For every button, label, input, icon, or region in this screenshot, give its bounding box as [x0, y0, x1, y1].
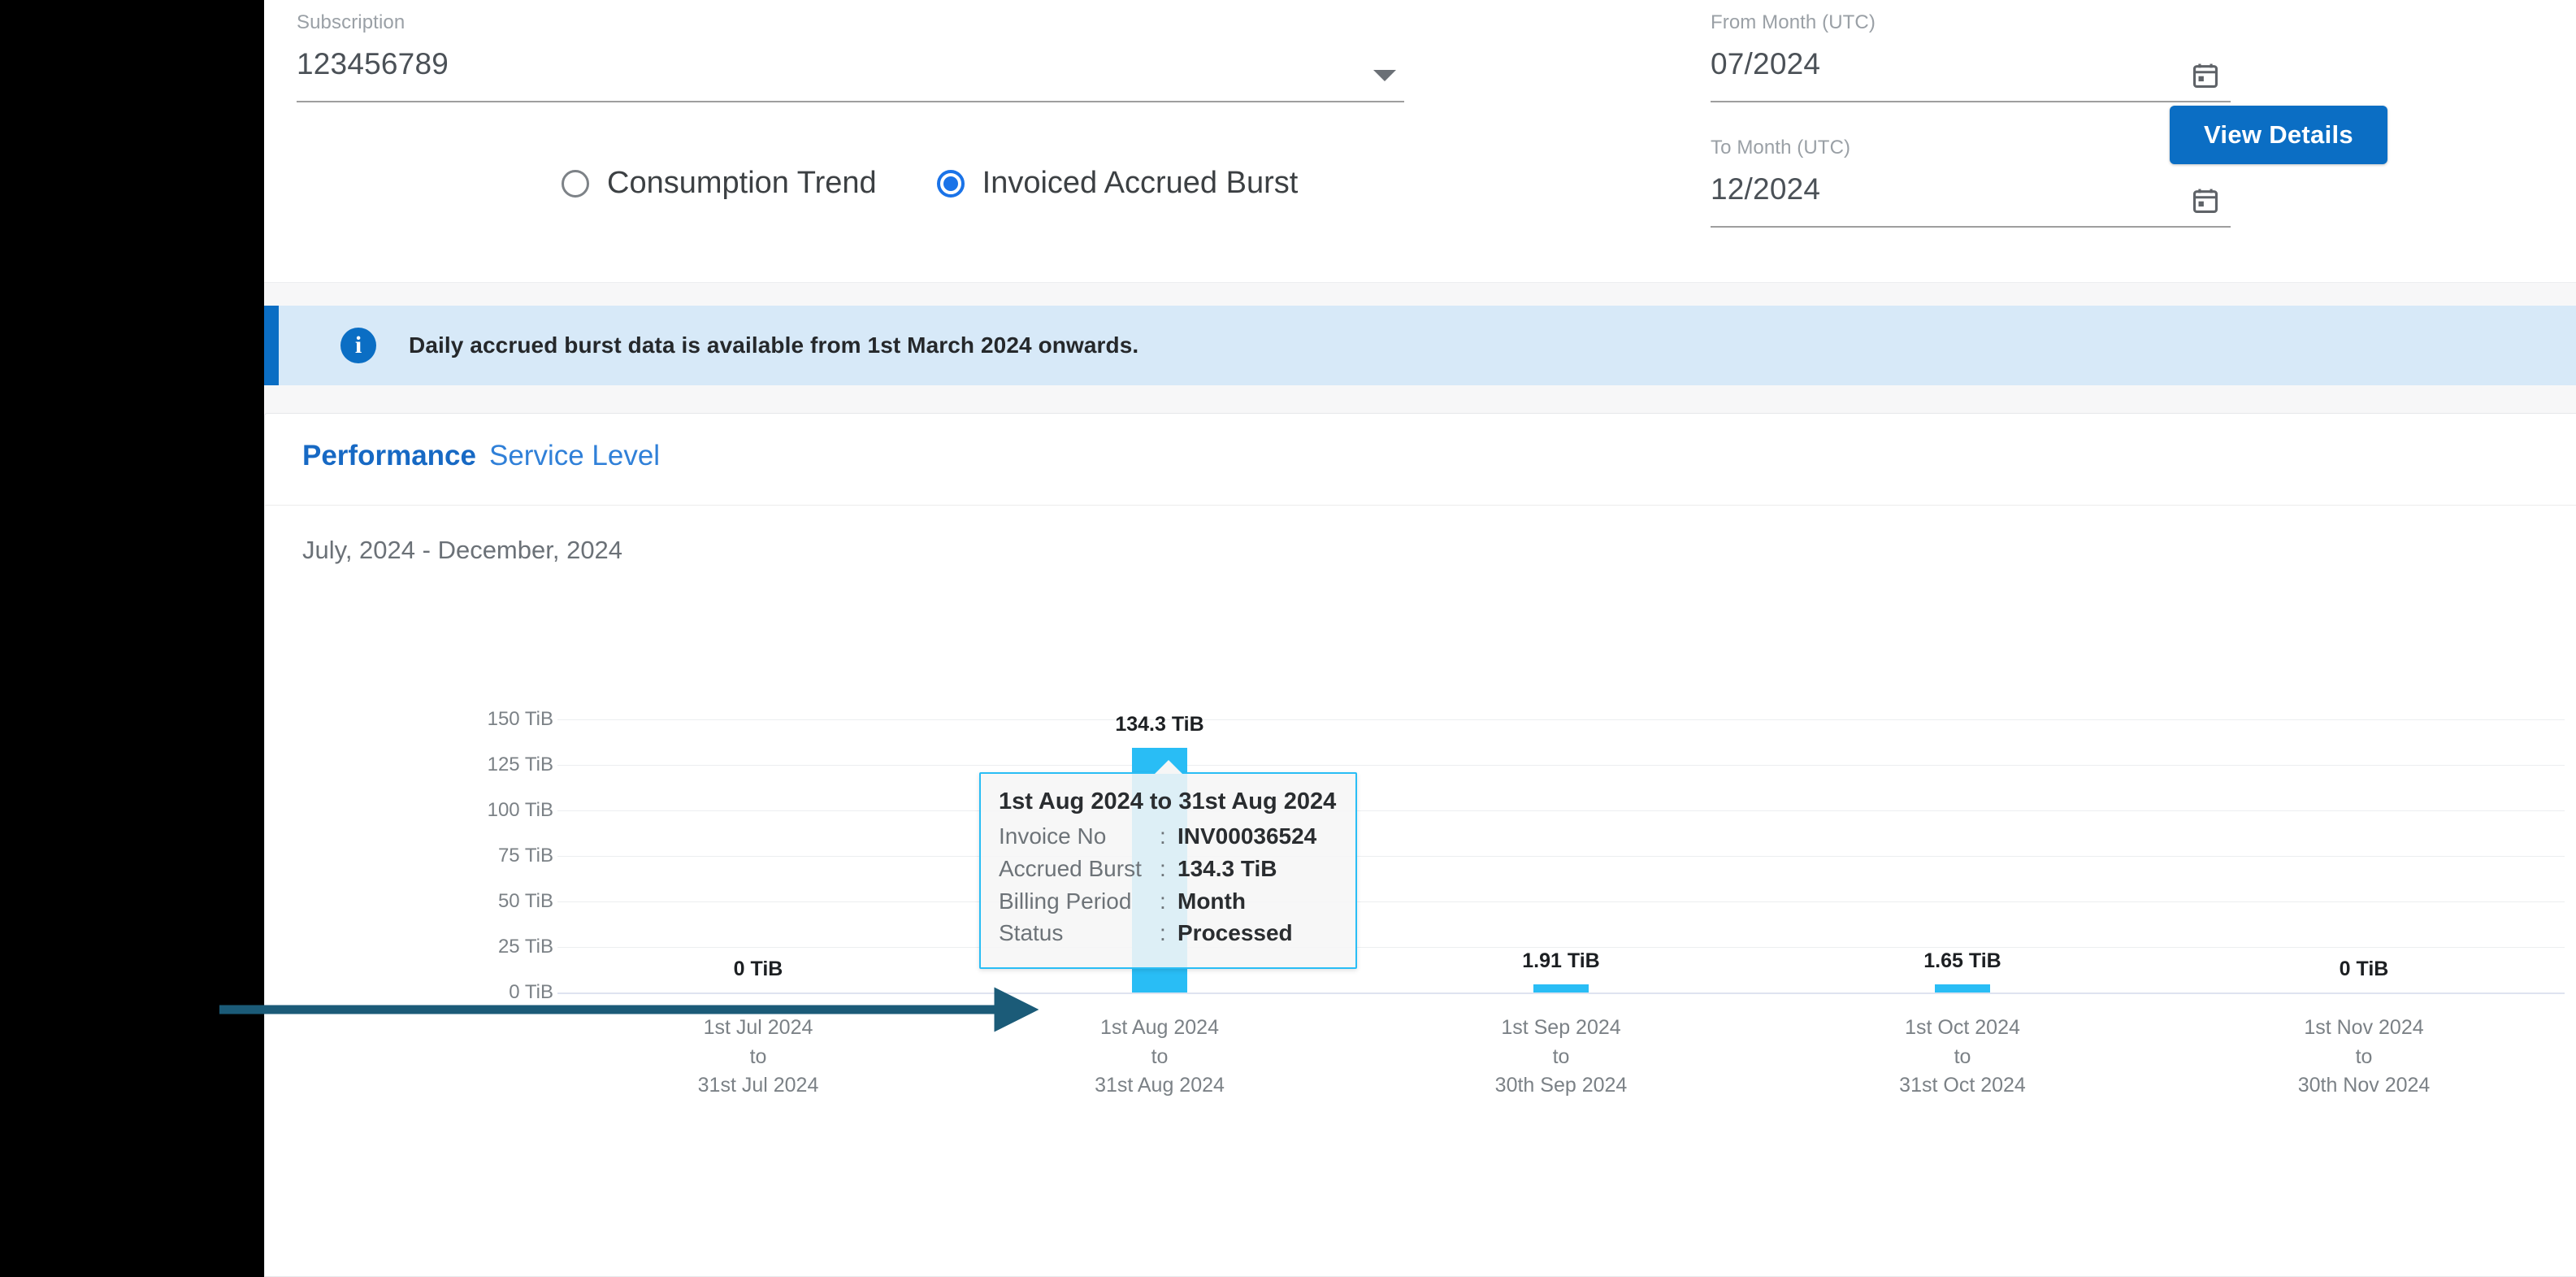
tooltip-row-key: Accrued Burst — [999, 855, 1142, 881]
banner-text: Daily accrued burst data is available fr… — [409, 332, 1139, 358]
radio-consumption-trend[interactable]: Consumption Trend — [562, 166, 877, 201]
x-axis-tick-line: 1st Jul 2024 — [703, 1016, 813, 1039]
banner-accent-bar — [264, 306, 279, 385]
view-details-button[interactable]: View Details — [2170, 106, 2387, 164]
gridline — [557, 765, 2565, 766]
filter-panel: Subscription 123456789 From Month (UTC) … — [264, 0, 2576, 283]
tooltip-row-key: Billing Period — [999, 888, 1132, 914]
tooltip-row: Invoice No: INV00036524 — [999, 820, 1336, 853]
screen-root: Subscription 123456789 From Month (UTC) … — [0, 0, 2576, 1277]
subscription-label: Subscription — [297, 11, 405, 33]
bar-value-label: 1.91 TiB — [1522, 949, 1600, 972]
subscription-value: 123456789 — [297, 47, 449, 80]
radio-consumption-trend-label: Consumption Trend — [607, 166, 877, 200]
x-axis-line — [557, 992, 2565, 994]
x-axis-tick-line: 31st Aug 2024 — [1095, 1074, 1225, 1097]
x-axis-tick-line: 31st Jul 2024 — [697, 1074, 819, 1097]
x-axis-tick-line: to — [1151, 1045, 1169, 1068]
tooltip-row-key: Status — [999, 920, 1064, 946]
from-month-input[interactable]: From Month (UTC) 07/2024 — [1711, 11, 2231, 102]
x-axis-tick-label: 1st Oct 2024 to 31st Oct 2024 — [1899, 1014, 2026, 1101]
tooltip-row-value: Month — [1177, 888, 1246, 914]
tooltip-title: 1st Aug 2024 to 31st Aug 2024 — [999, 788, 1337, 815]
chart-date-range: July, 2024 - December, 2024 — [302, 536, 623, 564]
x-axis-tick-line: 31st Oct 2024 — [1899, 1074, 2026, 1097]
y-axis-tick-label: 50 TiB — [497, 890, 553, 912]
tooltip-row-separator: : — [1160, 855, 1166, 881]
bar[interactable] — [1533, 984, 1589, 992]
tooltip-row-key: Invoice No — [999, 823, 1107, 849]
y-axis-tick-label: 25 TiB — [497, 936, 553, 958]
to-month-label: To Month (UTC) — [1711, 137, 1851, 159]
x-axis-tick-label: 1st Jul 2024 to 31st Jul 2024 — [698, 1014, 819, 1101]
tooltip-row: Status: Processed — [999, 917, 1336, 949]
tooltip-row-separator: : — [1160, 920, 1166, 946]
gridline — [557, 947, 2565, 948]
x-axis-tick-line: to — [2355, 1045, 2373, 1068]
bar-value-label: 0 TiB — [733, 958, 783, 980]
calendar-icon[interactable] — [2192, 187, 2219, 215]
radio-invoiced-accrued-burst-label: Invoiced Accrued Burst — [982, 166, 1299, 200]
x-axis-tick-label: 1st Aug 2024 to 31st Aug 2024 — [1095, 1014, 1225, 1101]
field-underline — [297, 101, 1404, 102]
gridline — [557, 719, 2565, 720]
subscription-select[interactable]: Subscription 123456789 — [297, 11, 1404, 102]
y-axis-tick-label: 100 TiB — [487, 799, 553, 821]
tooltip-row-separator: : — [1160, 823, 1166, 849]
from-month-value: 07/2024 — [1711, 47, 1821, 80]
x-axis-tick-line: 1st Nov 2024 — [2304, 1016, 2424, 1039]
radio-invoiced-accrued-burst[interactable]: Invoiced Accrued Burst — [936, 166, 1299, 201]
calendar-icon[interactable] — [2192, 62, 2219, 89]
gridline — [557, 810, 2565, 811]
bar-value-label: 134.3 TiB — [1115, 713, 1204, 736]
chart-card: Performance Service Level July, 2024 - D… — [264, 413, 2576, 1277]
view-mode-radio-group: Consumption Trend Invoiced Accrued Burst — [562, 166, 1298, 201]
tooltip-row-value: Processed — [1177, 920, 1293, 946]
card-divider — [265, 505, 2576, 506]
to-month-input[interactable]: To Month (UTC) 12/2024 — [1711, 137, 2231, 228]
bar-value-label: 1.65 TiB — [1923, 949, 2001, 972]
y-axis-tick-label: 150 TiB — [487, 708, 553, 730]
page-content: Subscription 123456789 From Month (UTC) … — [264, 0, 2576, 1277]
x-axis-tick-line: to — [749, 1045, 767, 1068]
radio-indicator-selected[interactable] — [936, 169, 965, 198]
y-axis-tick-label: 0 TiB — [509, 981, 553, 1003]
bar-chart-plot: 0 TiB 25 TiB 50 TiB 75 TiB 100 TiB 125 TiB 150… — [265, 586, 2576, 1277]
tooltip-row: Billing Period: Month — [999, 885, 1336, 918]
y-axis-tick-label: 125 TiB — [487, 754, 553, 775]
gridline — [557, 901, 2565, 902]
field-underline — [1711, 226, 2231, 228]
gridline — [557, 856, 2565, 857]
tooltip-row-separator: : — [1160, 888, 1166, 914]
x-axis-tick-line: 1st Sep 2024 — [1501, 1016, 1621, 1039]
x-axis-tick-line: 1st Aug 2024 — [1100, 1016, 1219, 1039]
info-icon: i — [340, 328, 376, 363]
x-axis-tick-label: 1st Nov 2024 to 30th Nov 2024 — [2298, 1014, 2431, 1101]
bar-tooltip: 1st Aug 2024 to 31st Aug 2024 Invoice No… — [979, 760, 1358, 970]
bar[interactable] — [1935, 984, 1990, 992]
y-axis-tick-label: 75 TiB — [497, 845, 553, 867]
to-month-value: 12/2024 — [1711, 172, 1821, 206]
tooltip-row-value: INV00036524 — [1177, 823, 1317, 849]
x-axis-tick-line: to — [1954, 1045, 1971, 1068]
tooltip-row-value: 134.3 TiB — [1177, 855, 1277, 881]
tab-performance[interactable]: Performance — [302, 440, 476, 472]
chart-tabs: Performance Service Level — [302, 440, 660, 472]
radio-indicator[interactable] — [562, 169, 589, 198]
tooltip-rows: Invoice No: INV00036524 Accrued Burst:134.… — [999, 820, 1336, 949]
x-axis-tick-line: 1st Oct 2024 — [1905, 1016, 2020, 1039]
x-axis-tick-line: to — [1552, 1045, 1570, 1068]
bar-value-label: 0 TiB — [2339, 958, 2389, 980]
field-underline — [1711, 101, 2231, 102]
tooltip-arrow — [1154, 760, 1182, 775]
x-axis-tick-line: 30th Sep 2024 — [1494, 1074, 1628, 1097]
from-month-label: From Month (UTC) — [1711, 11, 1876, 33]
tab-service-level[interactable]: Service Level — [489, 440, 660, 472]
info-banner: i Daily accrued burst data is available … — [264, 306, 2576, 385]
tooltip-row: Accrued Burst:134.3 TiB — [999, 853, 1336, 885]
x-axis-tick-line: 30th Nov 2024 — [2297, 1074, 2431, 1097]
x-axis-tick-label: 1st Sep 2024 to 30th Sep 2024 — [1495, 1014, 1628, 1101]
chevron-down-icon[interactable] — [1373, 70, 1396, 81]
